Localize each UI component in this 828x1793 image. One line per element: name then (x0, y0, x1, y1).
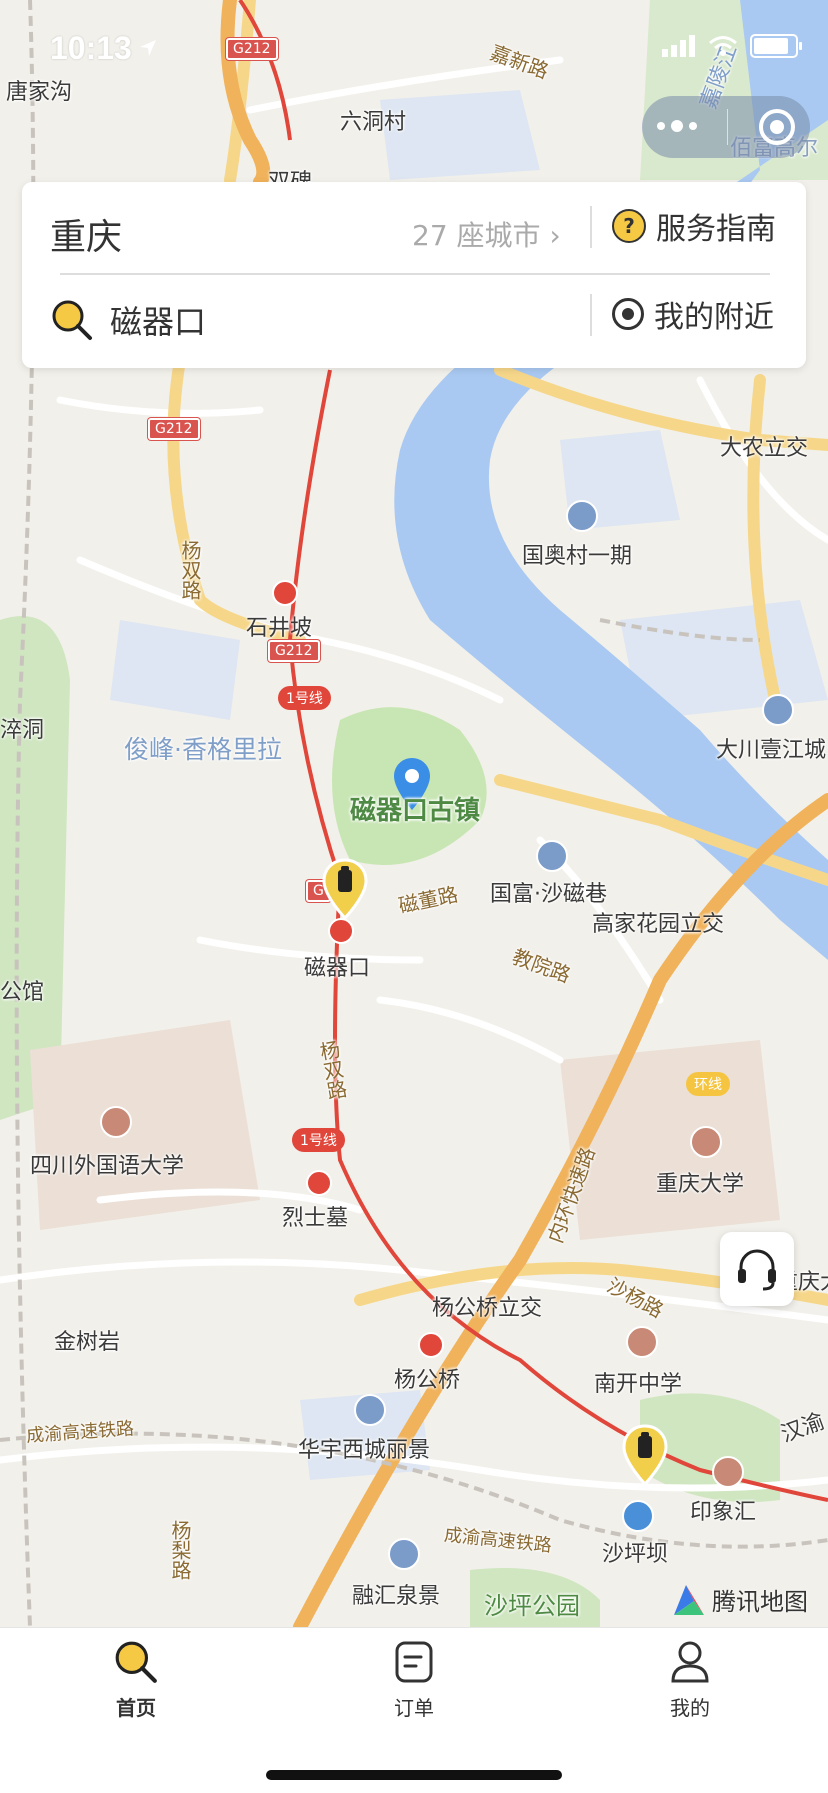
metro-station-icon (328, 918, 354, 944)
map-label: 高家花园立交 (592, 912, 725, 937)
search-card: 重庆 27 座城市 › ? 服务指南 我的附近 (22, 182, 806, 368)
residence-poi-icon (566, 500, 598, 532)
nearby-label: 我的附近 (654, 300, 774, 335)
location-arrow-icon (140, 40, 156, 56)
locate-icon (612, 298, 644, 330)
map-label: 大农立交 (720, 436, 809, 461)
highway-shield: G212 (148, 418, 200, 440)
city-count-label: 27 座城市 (412, 219, 541, 252)
more-icon[interactable] (657, 120, 698, 132)
metro-station-icon (272, 580, 298, 606)
home-indicator (266, 1770, 562, 1780)
map-label: 杨公桥立交 (432, 1296, 543, 1321)
metro-station-icon (418, 1332, 444, 1358)
search-icon (115, 1641, 157, 1683)
tab-bar: 首页 订单 我的 (0, 1627, 828, 1793)
help-icon: ? (612, 209, 646, 243)
nearby-button[interactable]: 我的附近 (612, 292, 774, 336)
map-label: 大川壹江城 (716, 738, 827, 763)
close-target-icon[interactable] (758, 109, 795, 145)
map-label: 六洞村 (340, 110, 407, 135)
residence-poi-icon (388, 1538, 420, 1570)
tab-label: 首页 (116, 1696, 156, 1720)
school-poi-icon (690, 1126, 722, 1158)
map-label: 金树岩 (54, 1330, 121, 1355)
map-label: 磁器口 (304, 956, 371, 981)
status-bar: 10:13 (0, 0, 828, 88)
transit-hub-icon (622, 1500, 654, 1532)
school-poi-icon (100, 1106, 132, 1138)
map-label: 国富·沙磁巷 (490, 882, 607, 907)
battery-icon (750, 34, 802, 58)
metro-line-badge: 1号线 (278, 686, 331, 710)
user-icon (671, 1641, 709, 1683)
map-label: 杨公桥 (394, 1368, 461, 1393)
locker-pin-icon[interactable] (622, 1424, 668, 1486)
map-label: 四川外国语大学 (30, 1154, 185, 1179)
residence-poi-icon (536, 840, 568, 872)
status-time: 10:13 (50, 30, 132, 66)
map-label: 磁器口古镇 (350, 796, 481, 826)
map-label: 沙坪坝 (602, 1542, 669, 1567)
search-icon (52, 300, 92, 340)
map-label: 融汇泉景 (352, 1584, 441, 1609)
map-label: 华宇西城丽景 (298, 1438, 431, 1463)
map-label: 沙坪公园 (484, 1592, 580, 1620)
tab-label: 订单 (394, 1696, 434, 1720)
service-guide-button[interactable]: ? 服务指南 (612, 204, 776, 248)
city-name[interactable]: 重庆 (50, 208, 122, 260)
signal-icon (662, 35, 695, 57)
map-label: 重庆大学 (656, 1172, 745, 1197)
map-label: 公馆 (0, 980, 45, 1005)
map-label: 淬洞 (0, 718, 45, 743)
tab-orders[interactable]: 订单 (334, 1638, 494, 1721)
chevron-right-icon: › (549, 219, 561, 252)
map-label: 石井坡 (246, 616, 313, 641)
highway-shield: G212 (268, 640, 320, 662)
customer-service-button[interactable] (720, 1232, 794, 1306)
tab-home[interactable]: 首页 (56, 1638, 216, 1721)
metro-line-badge: 1号线 (292, 1128, 345, 1152)
map-label: 烈士墓 (282, 1206, 349, 1231)
city-selector[interactable]: 27 座城市 › (412, 214, 561, 254)
map-label: 国奥村一期 (522, 544, 633, 569)
ring-road-badge: 环线 (686, 1072, 730, 1096)
brand-label: 腾讯地图 (712, 1588, 808, 1616)
search-input[interactable] (110, 294, 570, 346)
school-poi-icon (712, 1456, 744, 1488)
status-icons (662, 34, 802, 58)
wifi-icon (709, 36, 737, 56)
tab-profile[interactable]: 我的 (610, 1638, 770, 1721)
metro-station-icon (306, 1170, 332, 1196)
residence-poi-icon (354, 1394, 386, 1426)
map-label: 南开中学 (594, 1372, 683, 1397)
map-label: 俊峰·香格里拉 (124, 735, 282, 764)
service-guide-label: 服务指南 (656, 212, 776, 247)
headset-icon (738, 1249, 776, 1291)
map-brand: 腾讯地图 (672, 1582, 808, 1617)
tab-label: 我的 (670, 1696, 710, 1720)
map-label: 杨双路 (178, 540, 202, 600)
order-icon (395, 1641, 433, 1683)
school-poi-icon (626, 1326, 658, 1358)
locker-pin-icon[interactable] (322, 858, 368, 920)
tencent-map-logo-icon (674, 1584, 704, 1615)
map-label: 杨梨路 (168, 1520, 192, 1580)
residence-poi-icon (762, 694, 794, 726)
miniprogram-capsule[interactable] (642, 96, 810, 158)
map-label: 印象汇 (690, 1500, 757, 1525)
